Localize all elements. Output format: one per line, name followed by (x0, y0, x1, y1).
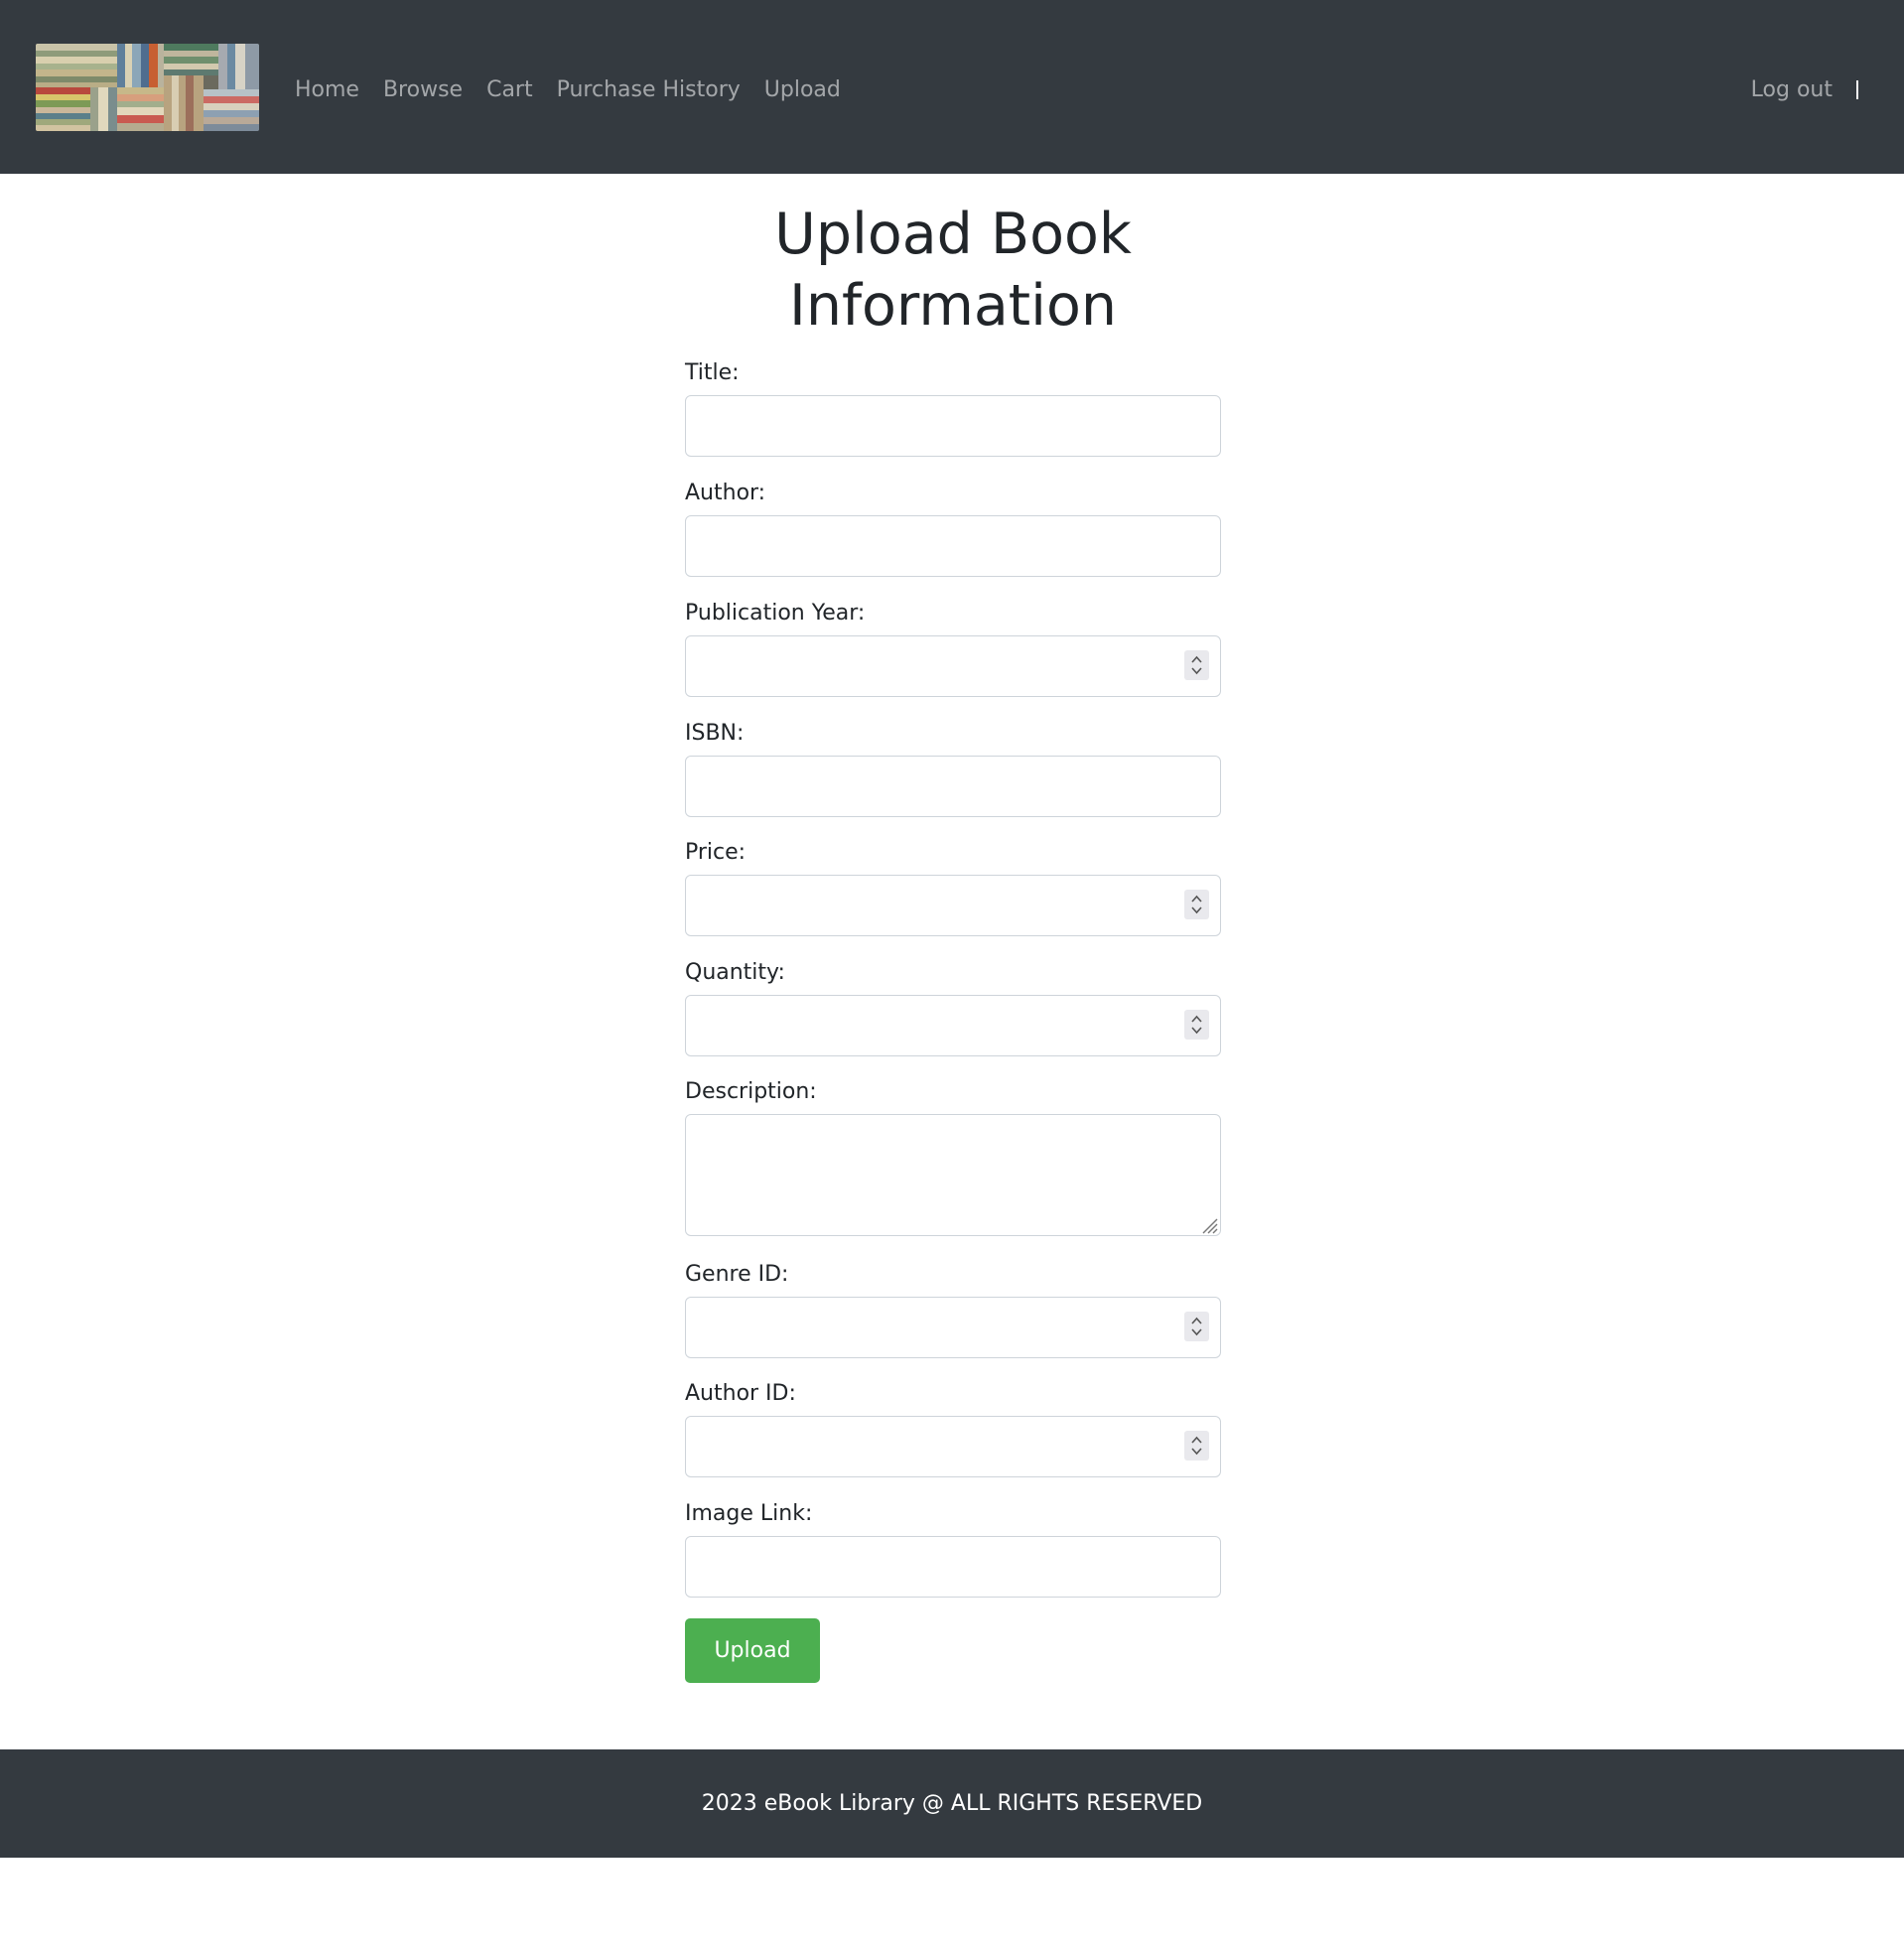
upload-form: Upload Book Information Title: Author: P… (685, 199, 1221, 1683)
nav-home-link[interactable]: Home (295, 77, 359, 102)
bookshelf-logo-icon[interactable] (36, 44, 259, 131)
image-link-label: Image Link: (685, 1501, 813, 1526)
author-id-input[interactable] (685, 1416, 1221, 1477)
isbn-input[interactable] (685, 756, 1221, 817)
price-input[interactable] (685, 875, 1221, 936)
title-label: Title: (685, 360, 740, 385)
price-label: Price: (685, 840, 747, 865)
navbar: Home Browse Cart Purchase History Upload… (0, 0, 1904, 174)
nav-cart-link[interactable]: Cart (486, 77, 533, 102)
footer: 2023 eBook Library @ ALL RIGHTS RESERVED (0, 1749, 1904, 1858)
nav-upload-link[interactable]: Upload (764, 77, 841, 102)
publication-year-input[interactable] (685, 635, 1221, 697)
publication-year-spinner[interactable] (1184, 650, 1209, 680)
genre-id-group: Genre ID: (685, 1261, 1221, 1358)
isbn-group: ISBN: (685, 720, 1221, 817)
upload-button[interactable]: Upload (685, 1618, 820, 1683)
footer-copyright: 2023 eBook Library @ ALL RIGHTS RESERVED (701, 1791, 1203, 1816)
resize-handle-icon[interactable] (1199, 1215, 1219, 1235)
price-spinner[interactable] (1184, 890, 1209, 919)
isbn-label: ISBN: (685, 721, 745, 746)
author-id-group: Author ID: (685, 1380, 1221, 1477)
nav-right: Log out (1751, 0, 1858, 179)
author-id-label: Author ID: (685, 1381, 796, 1406)
publication-year-label: Publication Year: (685, 601, 866, 626)
nav-purchase-history-link[interactable]: Purchase History (557, 77, 741, 102)
quantity-label: Quantity: (685, 960, 785, 985)
genre-id-input[interactable] (685, 1297, 1221, 1358)
author-label: Author: (685, 481, 766, 505)
title-group: Title: (685, 359, 1221, 457)
description-group: Description: (685, 1078, 1221, 1236)
author-id-spinner[interactable] (1184, 1431, 1209, 1461)
nav-browse-link[interactable]: Browse (383, 77, 463, 102)
image-link-group: Image Link: (685, 1500, 1221, 1598)
quantity-group: Quantity: (685, 959, 1221, 1056)
main-nav: Home Browse Cart Purchase History Upload (295, 0, 865, 179)
page-title: Upload Book Information (774, 202, 1132, 339)
publication-year-group: Publication Year: (685, 600, 1221, 697)
author-input[interactable] (685, 515, 1221, 577)
nav-divider (1856, 79, 1858, 99)
genre-id-label: Genre ID: (685, 1262, 789, 1287)
description-label: Description: (685, 1079, 817, 1104)
quantity-input[interactable] (685, 995, 1221, 1056)
genre-id-spinner[interactable] (1184, 1312, 1209, 1341)
description-textarea[interactable] (685, 1114, 1221, 1236)
author-group: Author: (685, 480, 1221, 577)
quantity-spinner[interactable] (1184, 1010, 1209, 1040)
logout-link[interactable]: Log out (1751, 77, 1833, 102)
image-link-input[interactable] (685, 1536, 1221, 1598)
title-input[interactable] (685, 395, 1221, 457)
price-group: Price: (685, 839, 1221, 936)
